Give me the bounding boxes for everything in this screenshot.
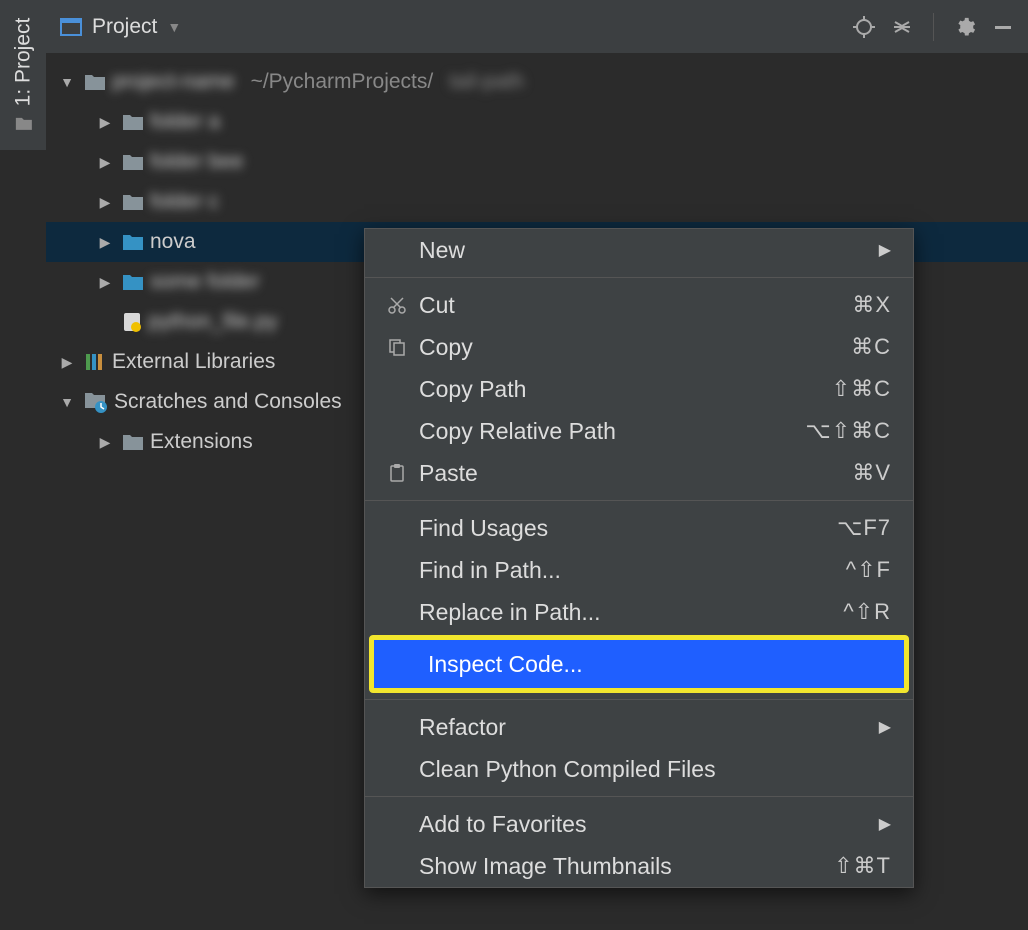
tree-item[interactable]: ▶ folder a <box>46 102 1028 142</box>
chevron-down-icon[interactable]: ▼ <box>56 394 78 410</box>
paste-icon <box>375 463 419 483</box>
root-name: project-name <box>112 70 235 94</box>
menu-item-clean-python[interactable]: Clean Python Compiled Files <box>365 748 913 790</box>
menu-shortcut: ⌥⇧⌘C <box>805 418 891 444</box>
root-path: ~/PycharmProjects/ <box>251 70 434 94</box>
project-tab-label: 1: Project <box>11 18 35 107</box>
project-panel-header: Project ▼ <box>46 0 1028 54</box>
submenu-arrow-icon: ▶ <box>879 240 891 260</box>
chevron-right-icon[interactable]: ▶ <box>94 194 116 211</box>
chevron-right-icon[interactable]: ▶ <box>94 154 116 171</box>
menu-label: Inspect Code... <box>428 651 583 678</box>
chevron-down-icon: ▼ <box>167 19 181 35</box>
menu-shortcut: ⌘V <box>852 460 891 486</box>
locate-icon[interactable] <box>851 14 877 40</box>
context-menu: New ▶ Cut ⌘X Copy ⌘C Copy Path ⇧⌘C Copy … <box>364 228 914 888</box>
tree-item[interactable]: ▶ folder c <box>46 182 1028 222</box>
project-view-selector[interactable]: Project ▼ <box>60 15 181 39</box>
menu-label: Paste <box>419 460 478 487</box>
menu-item-copy[interactable]: Copy ⌘C <box>365 326 913 368</box>
menu-item-find-usages[interactable]: Find Usages ⌥F7 <box>365 507 913 549</box>
external-libraries-label: External Libraries <box>112 350 275 374</box>
menu-item-copy-relative-path[interactable]: Copy Relative Path ⌥⇧⌘C <box>365 410 913 452</box>
menu-label: Show Image Thumbnails <box>419 853 672 880</box>
menu-item-cut[interactable]: Cut ⌘X <box>365 284 913 326</box>
chevron-right-icon[interactable]: ▶ <box>94 274 116 291</box>
menu-label: New <box>419 237 465 264</box>
collapse-all-icon[interactable] <box>889 14 915 40</box>
submenu-arrow-icon: ▶ <box>879 717 891 737</box>
tree-item-label: folder c <box>150 190 219 214</box>
python-file-icon <box>122 312 142 332</box>
folder-icon <box>122 273 144 291</box>
menu-label: Clean Python Compiled Files <box>419 756 716 783</box>
panel-title: Project <box>92 15 157 39</box>
menu-shortcut: ⌘X <box>852 292 891 318</box>
tree-item-label: nova <box>150 230 196 254</box>
folder-icon <box>122 433 144 451</box>
menu-item-refactor[interactable]: Refactor ▶ <box>365 706 913 748</box>
library-icon <box>84 352 106 372</box>
menu-label: Refactor <box>419 714 506 741</box>
chevron-right-icon[interactable]: ▶ <box>94 234 116 251</box>
menu-label: Copy Path <box>419 376 526 403</box>
menu-item-inspect-code[interactable]: Inspect Code... <box>369 635 909 693</box>
scratches-icon <box>84 391 108 413</box>
menu-shortcut: ^⇧R <box>843 599 891 625</box>
tree-item-label: some folder <box>150 270 260 294</box>
tree-item-label: python_file.py <box>148 310 278 334</box>
project-tool-tab[interactable]: 1: Project <box>0 0 46 150</box>
menu-label: Add to Favorites <box>419 811 586 838</box>
tree-item[interactable]: ▶ folder bee <box>46 142 1028 182</box>
menu-item-paste[interactable]: Paste ⌘V <box>365 452 913 494</box>
cut-icon <box>375 295 419 315</box>
menu-shortcut: ^⇧F <box>846 557 891 583</box>
menu-label: Cut <box>419 292 455 319</box>
menu-separator <box>365 277 913 278</box>
chevron-right-icon[interactable]: ▶ <box>56 354 78 371</box>
folder-icon <box>122 113 144 131</box>
project-window-icon <box>60 18 82 36</box>
folder-icon <box>122 153 144 171</box>
menu-separator <box>365 500 913 501</box>
chevron-down-icon[interactable]: ▼ <box>56 74 78 90</box>
root-path-tail: tail-path <box>449 70 524 94</box>
gear-icon[interactable] <box>952 14 978 40</box>
chevron-right-icon[interactable]: ▶ <box>94 434 116 451</box>
copy-icon <box>375 337 419 357</box>
menu-label: Copy <box>419 334 473 361</box>
menu-label: Find in Path... <box>419 557 561 584</box>
folder-icon <box>122 193 144 211</box>
chevron-right-icon[interactable]: ▶ <box>94 114 116 131</box>
menu-shortcut: ⌥F7 <box>837 515 891 541</box>
menu-item-replace-in-path[interactable]: Replace in Path... ^⇧R <box>365 591 913 633</box>
tree-item-label: folder bee <box>150 150 243 174</box>
folder-icon <box>14 116 32 131</box>
menu-shortcut: ⌘C <box>851 334 891 360</box>
menu-item-new[interactable]: New ▶ <box>365 229 913 271</box>
extensions-label: Extensions <box>150 430 253 454</box>
menu-separator <box>365 796 913 797</box>
folder-icon <box>122 233 144 251</box>
divider <box>933 13 934 41</box>
menu-separator <box>365 699 913 700</box>
menu-label: Find Usages <box>419 515 548 542</box>
tree-root[interactable]: ▼ project-name ~/PycharmProjects/ tail-p… <box>46 62 1028 102</box>
menu-label: Copy Relative Path <box>419 418 616 445</box>
menu-shortcut: ⇧⌘T <box>834 853 891 879</box>
menu-item-copy-path[interactable]: Copy Path ⇧⌘C <box>365 368 913 410</box>
submenu-arrow-icon: ▶ <box>879 814 891 834</box>
menu-item-add-to-favorites[interactable]: Add to Favorites ▶ <box>365 803 913 845</box>
menu-shortcut: ⇧⌘C <box>832 376 891 402</box>
menu-item-show-thumbnails[interactable]: Show Image Thumbnails ⇧⌘T <box>365 845 913 887</box>
folder-icon <box>84 73 106 91</box>
tree-item-label: folder a <box>150 110 220 134</box>
menu-item-find-in-path[interactable]: Find in Path... ^⇧F <box>365 549 913 591</box>
scratches-label: Scratches and Consoles <box>114 390 342 414</box>
menu-label: Replace in Path... <box>419 599 601 626</box>
minimize-icon[interactable] <box>990 14 1016 40</box>
